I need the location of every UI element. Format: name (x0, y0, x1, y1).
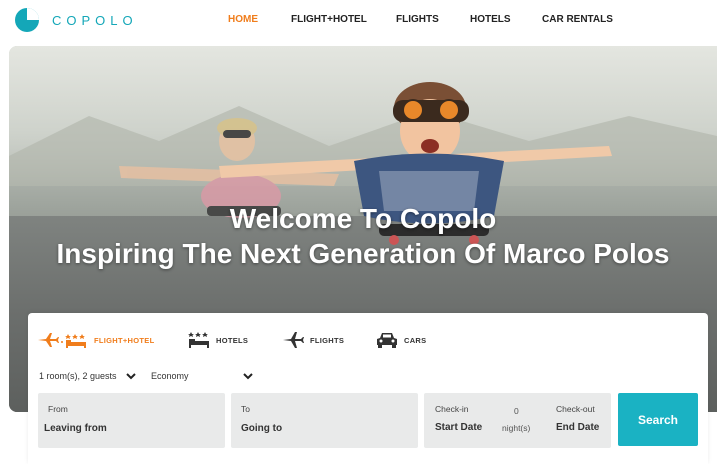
plane-icon (283, 332, 304, 348)
nights-label: night(s) (502, 423, 531, 433)
from-field[interactable]: From Leaving from (38, 393, 225, 448)
tab-label: FLIGHT+HOTEL (94, 335, 155, 345)
hotel-icon (188, 332, 209, 348)
logo-mark-icon (15, 8, 39, 32)
nav-hotels[interactable]: HOTELS (470, 14, 511, 25)
tab-label: FLIGHTS (310, 335, 345, 345)
to-label: To (241, 404, 250, 414)
nav-flight-hotel[interactable]: FLIGHT+HOTEL (291, 14, 367, 25)
car-icon (377, 333, 397, 348)
from-input[interactable]: Leaving from (44, 423, 107, 434)
checkin-label: Check-in (435, 404, 469, 414)
logo-text: COPOLO (52, 12, 138, 28)
top-header: COPOLO HOME FLIGHT+HOTEL FLIGHTS HOTELS … (0, 0, 717, 42)
checkin-date[interactable]: Start Date (435, 422, 482, 433)
chevron-down-icon (242, 373, 253, 380)
page: COPOLO HOME FLIGHT+HOTEL FLIGHTS HOTELS … (0, 0, 717, 464)
tab-label: CARS (404, 335, 427, 345)
search-button[interactable]: Search (618, 393, 698, 446)
from-label: From (48, 404, 68, 414)
cabin-class-select[interactable]: Economy (151, 370, 254, 382)
search-panel: FLIGHT+HOTEL HOTELS FLIGHTS CARS 1 room(… (28, 313, 708, 464)
rooms-guests-select[interactable]: 1 room(s), 2 guests (39, 370, 137, 382)
hero-subtitle: Inspiring The Next Generation Of Marco P… (56, 238, 670, 269)
tab-flight-hotel[interactable]: FLIGHT+HOTEL (36, 331, 154, 349)
tab-cars[interactable]: CARS (376, 331, 426, 349)
chevron-down-icon (125, 373, 136, 380)
hero-title: Welcome To Copolo (229, 203, 497, 234)
to-input[interactable]: Going to (241, 423, 282, 434)
tab-hotels[interactable]: HOTELS (188, 331, 248, 349)
nav-flights[interactable]: FLIGHTS (396, 14, 439, 25)
to-field[interactable]: To Going to (231, 393, 418, 448)
nav-car-rentals[interactable]: CAR RENTALS (542, 14, 613, 25)
date-range-field[interactable]: Check-in 0 Check-out Start Date night(s)… (424, 393, 611, 448)
tab-label: HOTELS (216, 335, 249, 345)
tab-flights[interactable]: FLIGHTS (282, 331, 344, 349)
cabin-class-value: Economy (151, 371, 189, 381)
rooms-guests-value: 1 room(s), 2 guests (39, 371, 117, 381)
plane-bed-icon (38, 333, 86, 348)
nights-count: 0 (514, 406, 519, 416)
logo[interactable]: COPOLO (14, 7, 138, 33)
checkout-label: Check-out (556, 404, 595, 414)
nav-home[interactable]: HOME (228, 14, 258, 25)
checkout-date[interactable]: End Date (556, 422, 599, 433)
